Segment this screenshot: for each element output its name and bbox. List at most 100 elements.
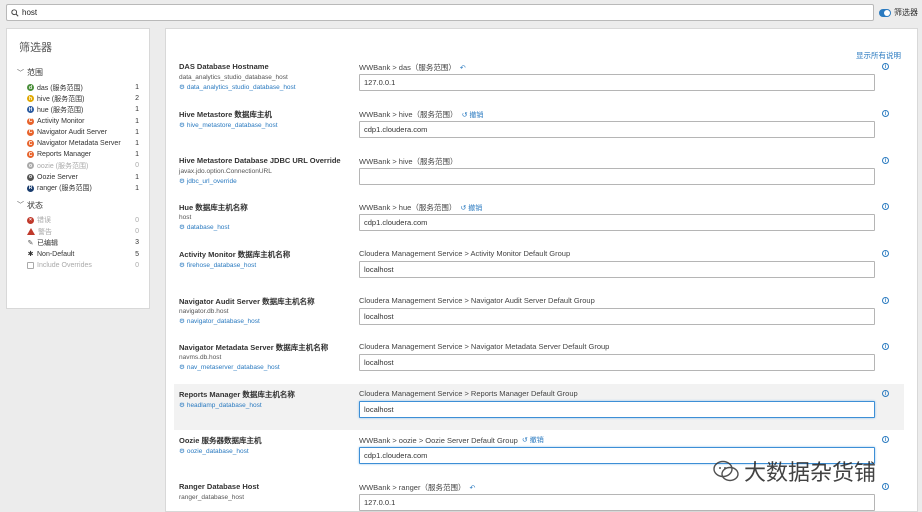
cloudera-icon: C [27,151,34,159]
chevron-down-icon: ﹀ [17,202,24,210]
config-key-text: data_analytics_studio_database_host [186,83,296,91]
filter-item-label: hue (服务范围) [37,106,84,114]
info-icon[interactable]: i [882,63,889,70]
filter-item-count: 1 [135,140,139,148]
filter-item[interactable]: Include Overrides 0 [17,260,139,271]
config-key-link[interactable]: ⚙ headlamp_database_host [179,401,262,410]
filter-item[interactable]: ✎ 已编辑 3 [17,237,139,248]
filter-item[interactable]: C Reports Manager 1 [17,149,139,160]
config-key-icon: ⚙ [179,364,185,371]
config-value-input[interactable] [359,121,875,138]
config-scope: Cloudera Management Service > Activity M… [359,249,570,258]
oozie-icon: o [27,162,34,170]
config-key-link[interactable]: ⚙ data_analytics_studio_database_host [179,83,296,92]
config-value-input[interactable] [359,494,875,511]
filter-item-count: 1 [135,151,139,159]
filter-item-count: 1 [135,173,139,181]
config-scope-text: WWBank > das（服务范围） [359,63,456,72]
config-key-text: headlamp_database_host [186,401,262,409]
config-value-input[interactable] [359,308,875,325]
info-icon[interactable]: i [882,297,889,304]
config-scope: WWBank > ranger（服务范围） ↶ [359,482,475,493]
config-value-input[interactable] [359,214,875,231]
filter-item-label: Include Overrides [37,261,92,269]
info-icon[interactable]: i [882,110,889,117]
info-icon[interactable]: i [882,343,889,350]
config-scope: Cloudera Management Service > Navigator … [359,342,609,351]
config-key-icon: ⚙ [179,262,185,269]
config-value-input[interactable] [359,401,875,418]
config-row: Navigator Audit Server 数据库主机名称 navigator.… [174,291,904,337]
config-value-input[interactable] [359,168,875,185]
config-key-text: database_host [186,223,230,231]
config-title: Hive Metastore Database JDBC URL Overrid… [179,156,341,165]
scope-section-header[interactable]: ﹀ 范围 [17,67,139,78]
error-icon: × [27,216,34,224]
filter-item[interactable]: 警告 0 [17,226,139,237]
filter-item[interactable]: o Oozie Server 1 [17,172,139,183]
info-icon[interactable]: i [882,250,889,257]
filter-item-count: 0 [135,228,139,236]
info-icon[interactable]: i [882,483,889,490]
config-key-link[interactable]: ⚙ database_host [179,223,230,232]
filter-item-label: das (服务范围) [37,84,83,92]
config-key-link[interactable]: ⚙ navigator_database_host [179,317,260,326]
filter-item[interactable]: d das (服务范围) 1 [17,82,139,93]
config-key-link[interactable]: ⚙ nav_metaserver_database_host [179,363,280,372]
filter-item[interactable]: × 错误 0 [17,215,139,226]
undo-button[interactable]: ↺ 撤销 [462,110,484,120]
config-key-link[interactable]: ⚙ jdbc_url_override [179,177,237,186]
config-value-input[interactable] [359,354,875,371]
cloudera-icon: C [27,128,34,136]
search-input[interactable] [22,8,862,17]
filter-item-count: 1 [135,106,139,114]
config-title: Navigator Audit Server 数据库主机名称 [179,297,315,306]
filter-item[interactable]: C Navigator Audit Server 1 [17,127,139,138]
status-section-header[interactable]: ﹀ 状态 [17,200,139,211]
search-icon [11,8,19,17]
undo-button[interactable]: ↶ [469,484,475,492]
filter-item-count: 1 [135,128,139,136]
filter-item[interactable]: h hive (服务范围) 2 [17,93,139,104]
filter-item[interactable]: Hhue (服务范围) 1 [17,104,139,115]
hue-icon: H [27,106,34,114]
ranger-icon: R [27,184,34,192]
toggle-switch-icon[interactable] [879,8,891,17]
config-scope-text: Cloudera Management Service > Activity M… [359,249,571,258]
undo-button[interactable]: ↶ [460,64,466,72]
undo-button[interactable]: ↺ 撤销 [522,435,544,445]
config-value-input[interactable] [359,261,875,278]
config-property-name: navms.db.host [179,354,222,361]
filter-item-label: Navigator Audit Server [37,128,108,136]
config-value-input[interactable] [359,74,875,91]
config-key-text: firehose_database_host [186,261,257,269]
info-icon[interactable]: i [882,203,889,210]
config-key-link[interactable]: ⚙ firehose_database_host [179,261,257,270]
undo-icon: ↶ [469,484,476,492]
config-scope: WWBank > hue（服务范围） ↺ 撤销 [359,202,482,213]
filter-item[interactable]: Rranger (服务范围) 1 [17,183,139,194]
filter-item[interactable]: o oozie (服务范围) 0 [17,160,139,171]
info-icon[interactable]: i [882,157,889,164]
info-icon[interactable]: i [882,390,889,397]
info-icon[interactable]: i [882,436,889,443]
config-key-link[interactable]: ⚙ oozie_database_host [179,447,249,456]
cloudera-icon: C [27,117,34,125]
undo-icon: ↺ [460,204,467,212]
status-list: × 错误 0 警告 0 ✎ 已编辑 3 ✱ Non-Default 5 Include Overrid… [17,215,139,271]
config-key-link[interactable]: ⚙ hive_metastore_database_host [179,121,278,130]
filter-item[interactable]: C Activity Monitor 1 [17,116,139,127]
filter-item-count: 0 [135,216,139,224]
config-row: Activity Monitor 数据库主机名称 ⚙ firehose_databa… [174,244,904,290]
undo-label: 撤销 [469,111,484,119]
config-scope-text: Cloudera Management Service > Reports Ma… [359,389,578,398]
filter-item[interactable]: ✱ Non-Default 5 [17,248,139,259]
filter-item-label: Reports Manager [37,151,92,159]
undo-button[interactable]: ↺ 撤销 [460,203,482,213]
filter-item-count: 5 [135,250,139,258]
filter-item[interactable]: C Navigator Metadata Server 1 [17,138,139,149]
config-scope-text: WWBank > ranger（服务范围） [359,483,466,492]
config-property-name: javax.jdo.option.ConnectionURL [179,168,272,175]
filter-toggle[interactable]: 筛选器 [879,7,918,18]
search-bar[interactable] [6,4,874,21]
